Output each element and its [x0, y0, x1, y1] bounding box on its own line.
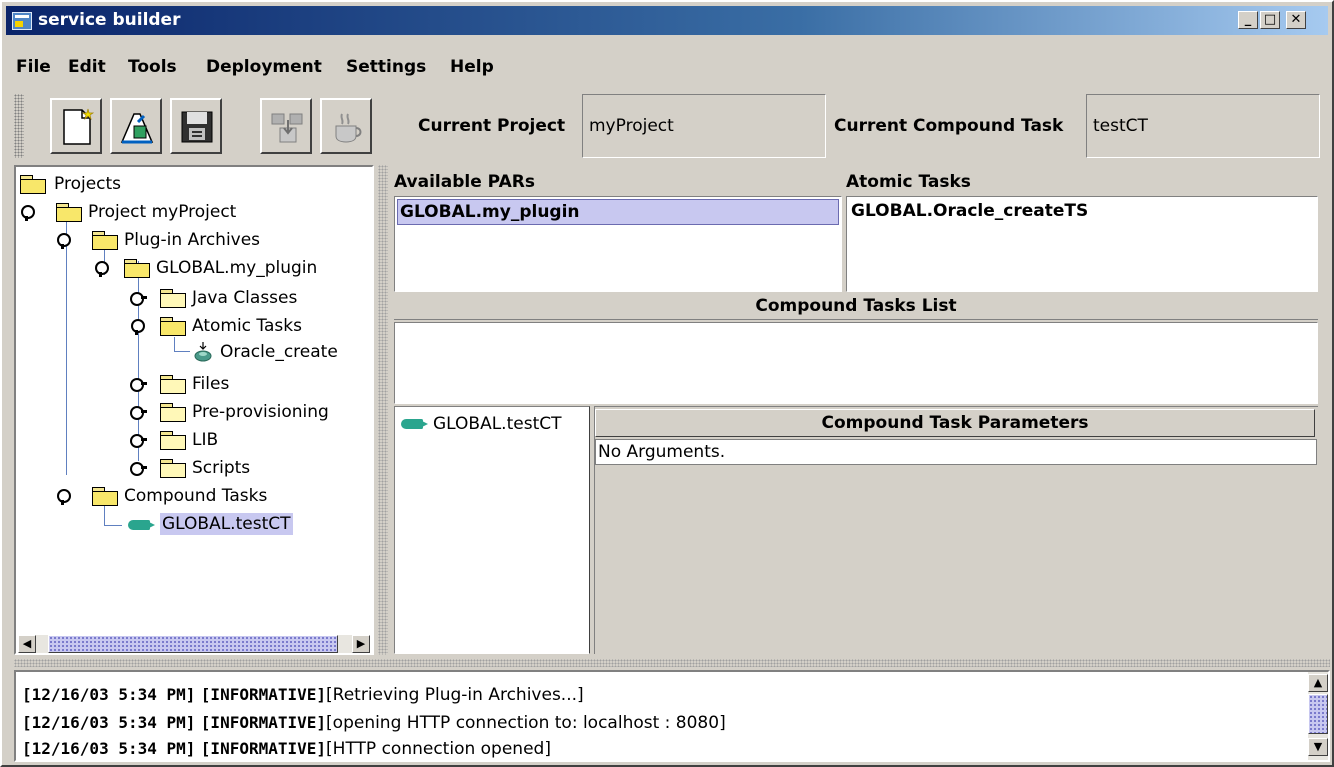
log-line: [12/16/03 5:34 PM] [INFORMATIVE][opening…	[22, 713, 726, 733]
open-project-button[interactable]	[110, 98, 162, 154]
save-button[interactable]	[170, 98, 222, 154]
expand-handle-icon[interactable]	[130, 318, 146, 335]
atomic-tasks-list[interactable]: GLOBAL.Oracle_createTS	[846, 196, 1318, 292]
menu-edit[interactable]: Edit	[68, 57, 106, 77]
tree-horizontal-scrollbar[interactable]: ◀ ▶	[18, 635, 370, 653]
scroll-down-button[interactable]: ▼	[1308, 738, 1328, 756]
current-compound-task-label: Current Compound Task	[834, 116, 1064, 136]
compound-task-parameters-table: Compound Task Parameters No Arguments.	[594, 406, 1318, 654]
project-tree: Projects Project myProject Plug-in Archi…	[14, 165, 374, 655]
folder-open-icon	[20, 175, 46, 194]
folder-open-icon	[160, 317, 186, 336]
compound-task-selector[interactable]: GLOBAL.testCT	[394, 406, 590, 654]
scroll-thumb[interactable]	[1308, 694, 1328, 734]
scroll-left-button[interactable]: ◀	[18, 635, 36, 653]
atomic-task-icon	[194, 342, 212, 362]
current-project-field: myProject	[582, 94, 826, 158]
collapsed-handle-icon[interactable]	[130, 377, 147, 392]
tree-connector	[174, 337, 175, 351]
toolbar-grip[interactable]	[14, 94, 24, 158]
vertical-splitter[interactable]	[378, 165, 388, 655]
params-column-header[interactable]: Compound Task Parameters	[595, 409, 1315, 437]
toolbar: Current Project myProject Current Compou…	[14, 94, 1324, 158]
current-compound-task-field: testCT	[1086, 94, 1320, 158]
new-file-icon	[63, 108, 94, 145]
menu-bar: File Edit Tools Deployment Settings Help	[6, 57, 1328, 87]
scroll-right-button[interactable]: ▶	[352, 635, 370, 653]
compound-tasks-list-header: Compound Tasks List	[394, 296, 1318, 320]
current-compound-task-value: testCT	[1093, 116, 1148, 136]
scroll-up-button[interactable]: ▲	[1308, 674, 1328, 692]
compound-tasks-list[interactable]	[394, 322, 1318, 404]
folder-open-icon	[124, 259, 150, 278]
app-icon	[12, 12, 32, 30]
table-row[interactable]: No Arguments.	[595, 439, 1317, 465]
build-coffee-icon	[335, 113, 362, 143]
title-bar[interactable]: service builder _ □ ✕	[6, 6, 1328, 35]
list-item[interactable]: GLOBAL.my_plugin	[397, 199, 839, 225]
log-console[interactable]: [12/16/03 5:34 PM] [INFORMATIVE][Retriev…	[14, 670, 1330, 762]
list-item[interactable]: GLOBAL.Oracle_createTS	[849, 199, 1088, 225]
expand-handle-icon[interactable]	[20, 204, 36, 221]
menu-deployment[interactable]: Deployment	[206, 57, 322, 77]
save-disk-icon	[181, 111, 213, 143]
menu-file[interactable]: File	[16, 57, 51, 77]
log-line: [12/16/03 5:34 PM] [INFORMATIVE][Retriev…	[22, 685, 584, 705]
tree-connector	[174, 351, 190, 352]
close-button[interactable]: ✕	[1286, 11, 1306, 29]
folder-icon	[160, 459, 186, 478]
maximize-button[interactable]: □	[1260, 11, 1280, 29]
new-file-button[interactable]	[50, 98, 102, 154]
log-vertical-scrollbar[interactable]: ▲ ▼	[1308, 672, 1328, 760]
collapsed-handle-icon[interactable]	[130, 405, 147, 420]
deploy-icon	[271, 113, 303, 143]
collapsed-handle-icon[interactable]	[130, 291, 147, 306]
expand-handle-icon[interactable]	[56, 488, 72, 505]
folder-icon	[160, 375, 186, 394]
minimize-button[interactable]: _	[1238, 11, 1258, 29]
build-button[interactable]	[320, 98, 372, 154]
folder-icon	[160, 403, 186, 422]
expand-handle-icon[interactable]	[56, 232, 72, 249]
app-window: service builder _ □ ✕ File Edit Tools De…	[0, 0, 1334, 767]
atomic-tasks-header: Atomic Tasks	[846, 172, 971, 192]
tree-connector	[104, 505, 105, 525]
compound-task-icon	[401, 419, 428, 429]
collapsed-handle-icon[interactable]	[130, 433, 147, 448]
folder-open-icon	[56, 203, 82, 222]
collapsed-handle-icon[interactable]	[130, 461, 147, 476]
scroll-thumb[interactable]	[48, 635, 338, 653]
menu-settings[interactable]: Settings	[346, 57, 426, 77]
folder-icon	[160, 289, 186, 308]
current-project-label: Current Project	[418, 116, 566, 136]
tree-connector	[104, 525, 122, 526]
deploy-button[interactable]	[260, 98, 312, 154]
menu-help[interactable]: Help	[450, 57, 494, 77]
folder-icon	[160, 431, 186, 450]
log-line: [12/16/03 5:34 PM] [INFORMATIVE][HTTP co…	[22, 739, 551, 759]
current-project-value: myProject	[589, 116, 674, 136]
open-project-icon	[120, 113, 154, 144]
folder-open-icon	[92, 231, 118, 250]
expand-handle-icon[interactable]	[94, 260, 110, 277]
available-pars-list[interactable]: GLOBAL.my_plugin	[394, 196, 842, 292]
available-pars-header: Available PARs	[394, 172, 535, 192]
horizontal-splitter[interactable]	[14, 659, 1330, 667]
compound-task-icon	[128, 520, 155, 530]
window-title: service builder	[38, 10, 181, 30]
folder-open-icon	[92, 487, 118, 506]
menu-tools[interactable]: Tools	[128, 57, 177, 77]
